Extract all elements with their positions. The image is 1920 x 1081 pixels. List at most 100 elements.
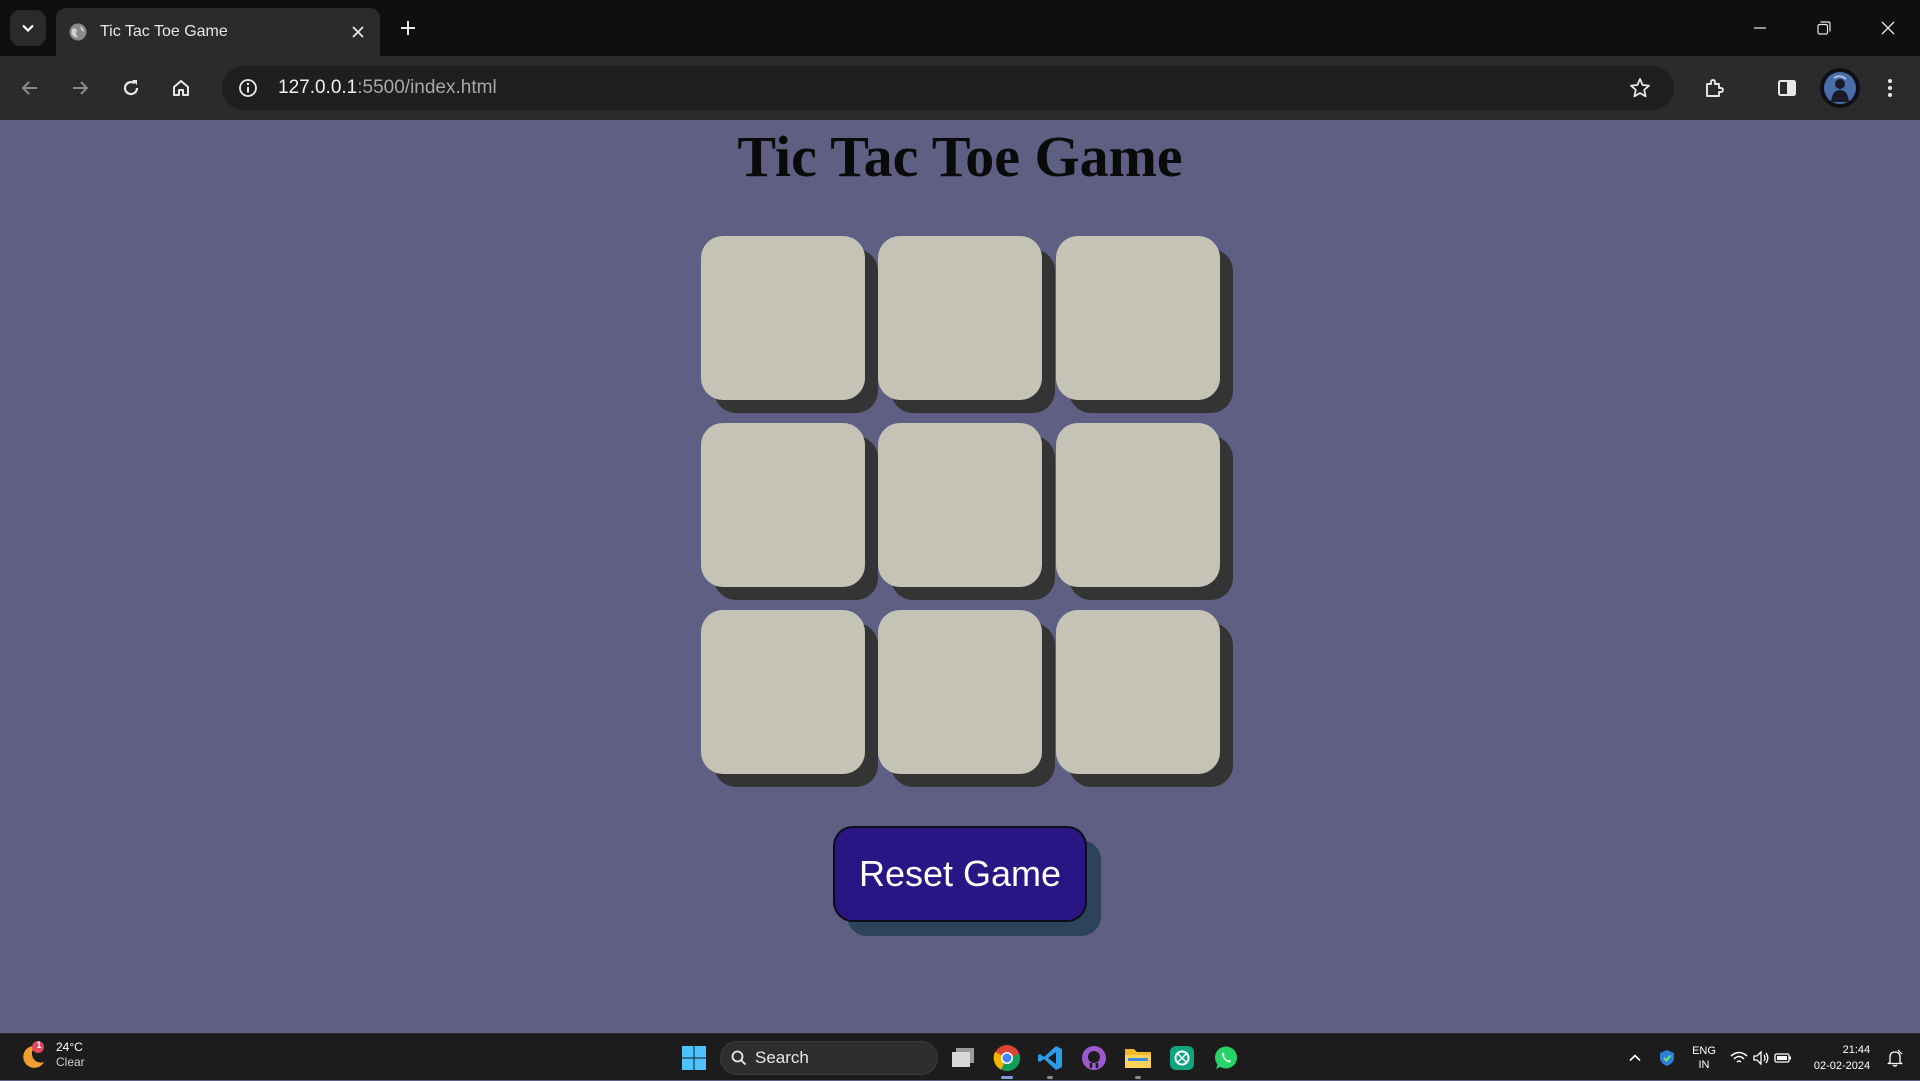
clock[interactable]: 21:44 02-02-2024 <box>1806 1034 1878 1081</box>
taskbar-vscode[interactable] <box>1034 1042 1066 1079</box>
minimize-icon <box>1754 27 1766 29</box>
task-view-button[interactable] <box>947 1042 979 1074</box>
board-cell-2[interactable] <box>878 236 1042 400</box>
arrow-right-icon <box>73 81 89 95</box>
vscode-icon <box>1038 1046 1062 1070</box>
taskbar-file-explorer[interactable] <box>1122 1042 1154 1079</box>
game-board <box>701 236 1221 776</box>
taskbar-whatsapp[interactable] <box>1210 1042 1242 1074</box>
weather-text: 24°C Clear <box>56 1040 85 1070</box>
chatgpt-icon <box>1170 1046 1194 1070</box>
defender-tray-button[interactable] <box>1654 1034 1680 1081</box>
board-cell-5[interactable] <box>878 423 1042 587</box>
active-indicator <box>1135 1076 1141 1079</box>
search-label: Search <box>755 1048 809 1067</box>
weather-badge: 1 <box>36 1040 42 1050</box>
board-cell-1[interactable] <box>701 236 865 400</box>
weather-widget[interactable]: 1 24°C Clear <box>18 1040 85 1070</box>
url-path: :5500/index.html <box>357 77 497 98</box>
notifications-button[interactable] <box>1882 1034 1908 1081</box>
language-code: ENG <box>1692 1044 1716 1057</box>
home-button[interactable] <box>161 68 201 108</box>
site-info-button[interactable] <box>228 68 268 108</box>
battery-icon <box>1774 1052 1791 1063</box>
clock-text: 21:44 02-02-2024 <box>1814 1042 1870 1074</box>
whatsapp-icon <box>1215 1046 1237 1069</box>
reload-icon <box>123 80 139 96</box>
more-vertical-icon <box>1888 79 1892 97</box>
address-bar[interactable]: 127.0.0.1:5500/index.html <box>222 66 1674 110</box>
tab-search-button[interactable] <box>10 10 46 46</box>
url-text: 127.0.0.1:5500/index.html <box>278 77 497 99</box>
region-code: IN <box>1698 1058 1710 1071</box>
volume-icon <box>1753 1049 1769 1066</box>
reset-game-button[interactable]: Reset Game <box>833 826 1087 922</box>
browser-tab-strip: Tic Tac Toe Game <box>0 0 1920 56</box>
board-cell-7[interactable] <box>701 610 865 774</box>
taskbar-search[interactable]: Search <box>720 1041 938 1075</box>
info-icon <box>239 79 257 97</box>
bell-icon <box>1887 1049 1903 1067</box>
github-desktop-icon <box>1082 1046 1106 1070</box>
close-icon <box>352 26 364 38</box>
reload-button[interactable] <box>111 68 151 108</box>
active-indicator <box>1001 1076 1013 1079</box>
show-hidden-icons-button[interactable] <box>1622 1034 1648 1081</box>
board-cell-3[interactable] <box>1056 236 1220 400</box>
wifi-icon <box>1730 1051 1748 1063</box>
side-panel-icon <box>1778 80 1796 96</box>
board-cell-8[interactable] <box>878 610 1042 774</box>
language-indicator[interactable]: ENG IN <box>1688 1034 1720 1081</box>
search-icon <box>731 1050 747 1066</box>
tab-title: Tic Tac Toe Game <box>100 23 228 40</box>
tab-close-button[interactable] <box>344 18 372 46</box>
windows-start-icon <box>682 1046 706 1070</box>
extensions-button[interactable] <box>1694 68 1734 108</box>
home-icon <box>173 80 189 96</box>
chrome-icon <box>993 1045 1021 1072</box>
back-button[interactable] <box>10 68 50 108</box>
side-panel-button[interactable] <box>1767 68 1807 108</box>
restore-button[interactable] <box>1792 0 1856 56</box>
taskbar: 1 24°C Clear Search ENG IN 21:44 02-02-2… <box>0 1033 1920 1080</box>
forward-button[interactable] <box>60 68 100 108</box>
weather-temp: 24°C <box>56 1040 83 1054</box>
language-text: ENG IN <box>1692 1044 1716 1072</box>
taskbar-github-desktop[interactable] <box>1078 1042 1110 1074</box>
task-view-icon <box>952 1048 974 1067</box>
url-host: 127.0.0.1 <box>278 77 358 98</box>
menu-button[interactable] <box>1870 68 1910 108</box>
chevron-up-icon <box>1629 1053 1641 1061</box>
profile-avatar[interactable] <box>1820 68 1860 108</box>
profile-picture-icon <box>1824 72 1856 104</box>
new-tab-button[interactable] <box>392 12 424 44</box>
globe-icon <box>69 23 87 41</box>
restore-icon <box>1817 21 1831 35</box>
start-button[interactable] <box>678 1042 710 1074</box>
board-cell-6[interactable] <box>1056 423 1220 587</box>
browser-tab[interactable]: Tic Tac Toe Game <box>56 8 380 56</box>
bookmark-button[interactable] <box>1620 68 1660 108</box>
board-cell-4[interactable] <box>701 423 865 587</box>
close-window-button[interactable] <box>1856 0 1920 56</box>
page-title: Tic Tac Toe Game <box>737 124 1183 189</box>
clock-time: 21:44 <box>1842 1043 1871 1056</box>
board-cell-9[interactable] <box>1056 610 1220 774</box>
page-content: Tic Tac Toe Game Reset Game <box>0 120 1920 1033</box>
quick-settings-button[interactable] <box>1730 1034 1792 1081</box>
active-indicator <box>1047 1076 1053 1079</box>
puzzle-icon <box>1706 79 1724 97</box>
taskbar-chrome[interactable] <box>991 1042 1023 1079</box>
taskbar-chatgpt[interactable] <box>1166 1042 1198 1074</box>
star-icon <box>1630 78 1650 98</box>
moon-icon: 1 <box>18 1040 48 1070</box>
minimize-button[interactable] <box>1728 0 1792 56</box>
clock-date: 02-02-2024 <box>1813 1059 1871 1072</box>
arrow-left-icon <box>21 81 37 95</box>
plus-icon <box>401 21 415 35</box>
chevron-down-icon <box>22 24 34 33</box>
browser-toolbar: 127.0.0.1:5500/index.html <box>0 56 1920 120</box>
shield-icon <box>1660 1049 1674 1066</box>
close-icon <box>1881 21 1895 35</box>
weather-condition: Clear <box>56 1055 85 1069</box>
